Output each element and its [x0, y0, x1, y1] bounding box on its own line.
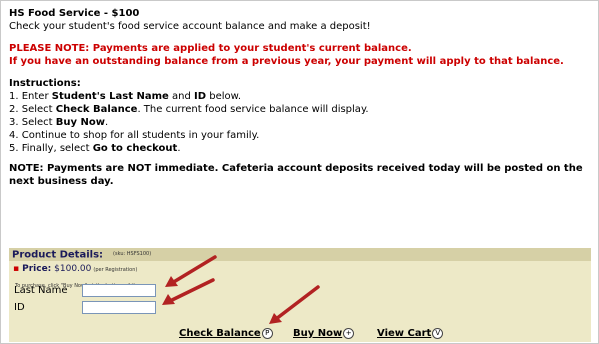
- product-frame: HS Food Service - $100 Check your studen…: [0, 0, 599, 344]
- product-details-panel: Product Details: (sku: HSFS100) ▪ Price: $…: [9, 248, 591, 342]
- payment-note: NOTE: Payments are NOT immediate. Cafete…: [9, 163, 583, 187]
- check-balance-label: Check Balance: [179, 328, 261, 339]
- last-name-row: Last Name: [14, 284, 82, 297]
- product-sku: (sku: HSFS100): [113, 251, 152, 257]
- notice-line-2: If you have an outstanding balance from …: [9, 56, 564, 67]
- instructions-heading: Instructions:: [9, 78, 81, 89]
- price-label: Price:: [22, 264, 52, 274]
- action-bar: Check Balance P Buy Now + View Cart V: [9, 327, 591, 341]
- last-name-label: Last Name: [14, 285, 68, 296]
- check-balance-icon: P: [261, 327, 273, 339]
- price-unit: (per Registration): [93, 267, 138, 273]
- product-details-title: Product Details:: [12, 249, 104, 261]
- view-cart-button[interactable]: View Cart V: [377, 327, 444, 340]
- buy-now-button[interactable]: Buy Now +: [293, 327, 355, 340]
- instruction-step-3: 3. Select Buy Now.: [9, 117, 109, 128]
- chevron-down-icon: V: [432, 327, 444, 339]
- product-description: HS Food Service - $100 Check your studen…: [9, 7, 592, 188]
- buy-now-label: Buy Now: [293, 328, 343, 339]
- id-label: ID: [14, 302, 25, 313]
- instruction-step-2: 2. Select Check Balance. The current foo…: [9, 104, 369, 115]
- bullet-icon: ▪: [13, 264, 20, 274]
- plus-icon: +: [343, 327, 355, 339]
- view-cart-label: View Cart: [377, 328, 432, 339]
- price-row: ▪ Price: $100.00 (per Registration): [9, 263, 591, 276]
- price-value: $100.00: [54, 264, 92, 274]
- id-row: ID: [14, 301, 82, 314]
- instruction-step-1: 1. Enter Student's Last Name and ID belo…: [9, 91, 242, 102]
- instruction-step-4: 4. Continue to shop for all students in …: [9, 130, 260, 141]
- intro-text: Check your student's food service accoun…: [9, 21, 371, 32]
- notice-line-1: PLEASE NOTE: Payments are applied to you…: [9, 43, 412, 54]
- product-details-header: Product Details: (sku: HSFS100): [9, 248, 591, 261]
- instruction-step-5: 5. Finally, select Go to checkout.: [9, 143, 181, 154]
- id-input[interactable]: [82, 301, 156, 314]
- last-name-input[interactable]: [82, 284, 156, 297]
- page-title: HS Food Service - $100: [9, 8, 140, 19]
- check-balance-button[interactable]: Check Balance P: [179, 327, 273, 340]
